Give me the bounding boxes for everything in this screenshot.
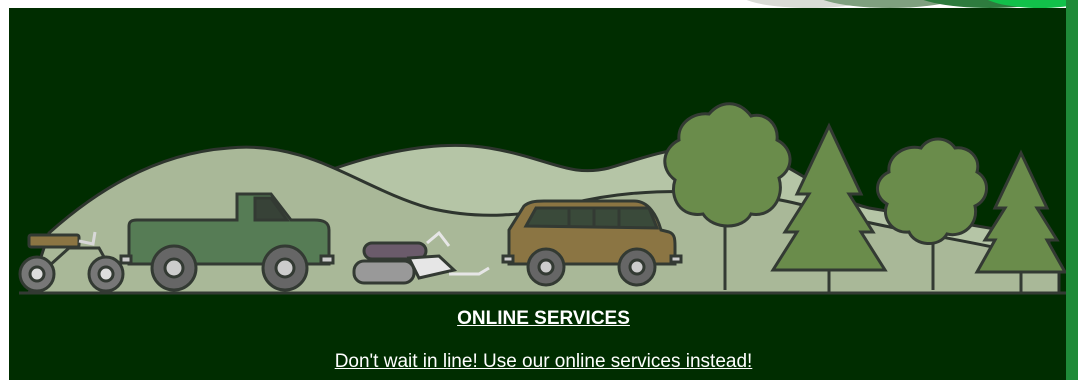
pine-tree-icon (974, 149, 1068, 292)
accent-strip (1066, 0, 1078, 380)
online-services-subtitle-link[interactable]: Don't wait in line! Use our online servi… (9, 351, 1078, 373)
vehicles-landscape-illustration (18, 102, 1068, 295)
online-services-link[interactable]: ONLINE SERVICES (9, 308, 1078, 330)
online-services-banner: ONLINE SERVICES Don't wait in line! Use … (9, 8, 1078, 380)
